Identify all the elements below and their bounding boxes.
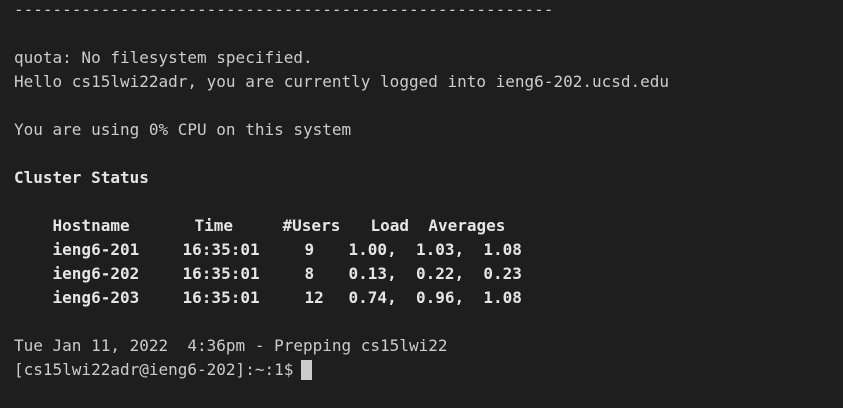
cpu-usage-message: You are using 0% CPU on this system (14, 120, 352, 139)
date-status-line: Tue Jan 11, 2022 4:36pm - Prepping cs15l… (14, 336, 448, 355)
row-load: 0.74, 0.96, 1.08 (348, 288, 522, 307)
header-hostname: Hostname (52, 216, 130, 235)
row-hostname: ieng6-203 (52, 288, 140, 307)
row-time: 16:35:01 (182, 240, 260, 259)
quota-message: quota: No filesystem specified. (14, 48, 313, 67)
header-time: Time (194, 216, 234, 235)
row-users: 9 (304, 240, 315, 259)
shell-prompt: [cs15lwi22adr@ieng6-202]:~:1$ (14, 360, 294, 379)
welcome-message: Hello cs15lwi22adr, you are currently lo… (14, 72, 670, 91)
separator-line: ----------------------------------------… (14, 0, 554, 19)
command-prompt-row[interactable]: [cs15lwi22adr@ieng6-202]:~:1$ (14, 358, 843, 382)
row-hostname: ieng6-202 (52, 264, 140, 283)
row-hostname: ieng6-201 (52, 240, 140, 259)
row-users: 8 (304, 264, 315, 283)
row-time: 16:35:01 (182, 288, 260, 307)
header-load: Load Averages (370, 216, 506, 235)
row-time: 16:35:01 (182, 264, 260, 283)
row-load: 1.00, 1.03, 1.08 (348, 240, 522, 259)
cluster-table-header: Hostname Time #Users Load Averages (14, 190, 843, 235)
header-users: #Users (282, 216, 341, 235)
text-cursor[interactable] (301, 360, 313, 380)
row-users: 12 (304, 288, 324, 307)
terminal-window[interactable]: ----------------------------------------… (0, 0, 843, 406)
cluster-status-title: Cluster Status (14, 168, 149, 187)
row-load: 0.13, 0.22, 0.23 (348, 264, 522, 283)
